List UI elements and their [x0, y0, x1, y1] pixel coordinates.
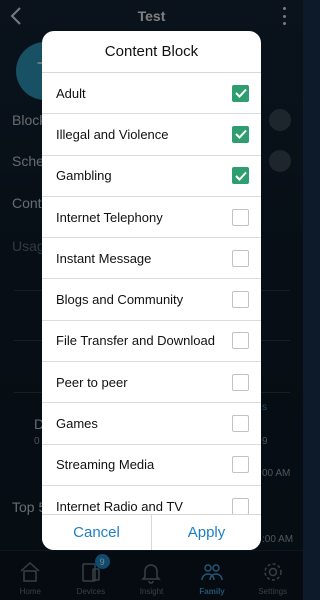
category-item-illegal-violence[interactable]: Illegal and Violence [42, 114, 261, 156]
category-checkbox[interactable] [232, 415, 249, 433]
category-checkbox[interactable] [232, 84, 249, 102]
checkmark-icon [234, 171, 247, 181]
category-label: Internet Telephony [56, 209, 163, 225]
category-item-adult[interactable]: Adult [42, 73, 261, 115]
category-checkbox[interactable] [232, 497, 249, 515]
category-checkbox[interactable] [232, 208, 249, 226]
category-checkbox[interactable] [232, 456, 249, 474]
category-label: Internet Radio and TV [56, 498, 183, 514]
apply-button[interactable]: Apply [151, 515, 261, 550]
category-item-blogs-community[interactable]: Blogs and Community [42, 279, 261, 321]
cancel-button[interactable]: Cancel [42, 515, 151, 550]
category-checkbox[interactable] [232, 167, 249, 185]
category-label: Illegal and Violence [56, 126, 169, 142]
category-label: Streaming Media [56, 457, 155, 473]
category-label: Games [56, 416, 98, 432]
checkmark-icon [234, 88, 247, 99]
category-label: Blogs and Community [56, 292, 184, 308]
category-label: Adult [56, 85, 86, 101]
dialog-title: Content Block [42, 31, 261, 73]
category-label: Peer to peer [56, 374, 128, 390]
content-category-list: Adult Illegal and Violence Gambling Inte… [42, 73, 261, 528]
category-item-games[interactable]: Games [42, 403, 261, 445]
category-checkbox[interactable] [232, 373, 249, 391]
category-item-file-transfer[interactable]: File Transfer and Download [42, 320, 261, 363]
category-item-internet-telephony[interactable]: Internet Telephony [42, 196, 261, 239]
category-item-instant-message[interactable]: Instant Message [42, 238, 261, 280]
content-block-dialog: Content Block Adult Illegal and Violence… [42, 31, 261, 550]
category-checkbox[interactable] [232, 332, 249, 350]
category-checkbox[interactable] [232, 249, 249, 267]
category-item-gambling[interactable]: Gambling [42, 155, 261, 197]
category-item-streaming-media[interactable]: Streaming Media [42, 444, 261, 486]
category-label: File Transfer and Download [56, 333, 215, 349]
category-item-peer-to-peer[interactable]: Peer to peer [42, 362, 261, 404]
dialog-actions: Cancel Apply [42, 514, 261, 550]
category-label: Gambling [56, 168, 112, 184]
category-checkbox[interactable] [232, 291, 249, 309]
category-label: Instant Message [56, 250, 152, 266]
category-checkbox[interactable] [232, 125, 249, 143]
checkmark-icon [234, 130, 247, 140]
